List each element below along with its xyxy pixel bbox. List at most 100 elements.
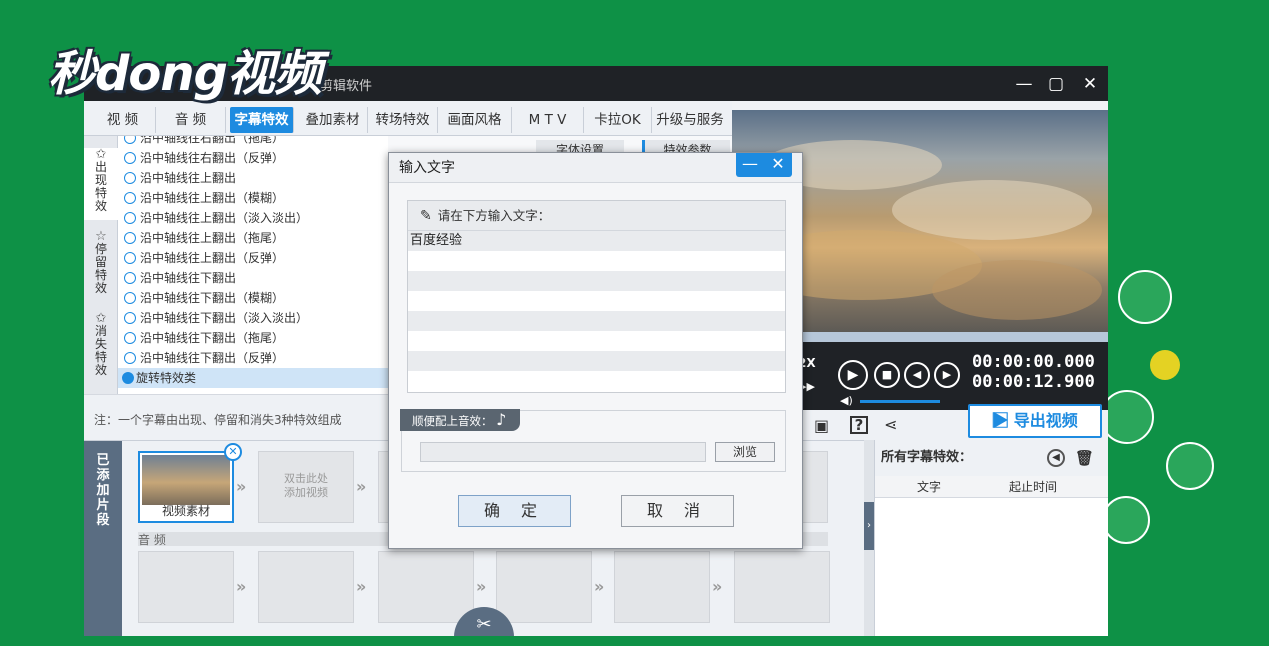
text-line[interactable] bbox=[408, 331, 785, 351]
menu-item-styles[interactable]: 画面风格 bbox=[438, 107, 512, 133]
effect-list: 沿中轴线往右翻出（拖尾） 沿中轴线往右翻出（反弹） 沿中轴线往上翻出 沿中轴线往… bbox=[118, 136, 388, 394]
close-button[interactable]: ✕ bbox=[1078, 72, 1102, 96]
decor-circle bbox=[1118, 270, 1172, 324]
volume-icon[interactable]: ◀) bbox=[840, 394, 853, 407]
expand-panel-icon[interactable]: › bbox=[864, 502, 874, 550]
list-item[interactable]: 沿中轴线往上翻出 bbox=[118, 168, 388, 188]
clip-thumbnail bbox=[142, 455, 230, 505]
volume-slider[interactable] bbox=[860, 400, 940, 403]
sound-effect-label: 顺便配上音效： ♪ bbox=[400, 409, 521, 431]
audio-slot[interactable] bbox=[138, 551, 234, 623]
dialog-close-button[interactable]: ✕ bbox=[764, 153, 792, 175]
browse-button[interactable]: 浏览 bbox=[715, 442, 775, 462]
audio-track-label: 音 频 bbox=[138, 533, 166, 547]
stop-icon[interactable]: ■ bbox=[874, 362, 900, 388]
minimize-button[interactable]: — bbox=[1012, 72, 1036, 96]
text-line[interactable] bbox=[408, 271, 785, 291]
chevron-right-icon: » bbox=[712, 577, 723, 596]
sound-file-input[interactable] bbox=[420, 442, 706, 462]
text-box-header: ✎ 请在下方输入文字： bbox=[408, 201, 785, 231]
chevron-right-icon: » bbox=[594, 577, 605, 596]
tab-stay-effects[interactable]: ☆ 停留特效 bbox=[84, 230, 118, 302]
effects-panel-header: 所有字幕特效： ◀ 🗑 bbox=[875, 440, 1108, 476]
text-line[interactable] bbox=[408, 351, 785, 371]
list-item[interactable]: 沿中轴线往下翻出（拖尾） bbox=[118, 328, 388, 348]
list-item[interactable]: 沿中轴线往下翻出 bbox=[118, 268, 388, 288]
decor-circle bbox=[1102, 496, 1150, 544]
list-item[interactable]: 沿中轴线往上翻出（淡入淡出） bbox=[118, 208, 388, 228]
radio-icon bbox=[124, 152, 136, 164]
text-input-box[interactable]: ✎ 请在下方输入文字： 百度经验 bbox=[407, 200, 786, 393]
dialog-controls: — ✕ bbox=[736, 153, 792, 177]
radio-icon bbox=[124, 232, 136, 244]
edit-icon: ✎ bbox=[420, 208, 432, 224]
menu-item-subtitle-effects[interactable]: 字幕特效 bbox=[230, 107, 294, 133]
export-video-button[interactable]: ▶⃞ 导出视频 bbox=[968, 404, 1102, 438]
time-total: 00:00:12.900 bbox=[972, 372, 1095, 392]
add-video-slot[interactable]: 双击此处 添加视频 bbox=[258, 451, 354, 523]
dialog-minimize-button[interactable]: — bbox=[736, 153, 764, 175]
text-line[interactable] bbox=[408, 291, 785, 311]
time-current: 00:00:00.000 bbox=[972, 352, 1095, 372]
audio-slot[interactable] bbox=[378, 551, 474, 623]
added-clips-tab[interactable]: 已添加片段 bbox=[84, 441, 122, 636]
decor-circle bbox=[1100, 390, 1154, 444]
add-video-placeholder: 双击此处 添加视频 bbox=[284, 472, 328, 499]
trash-icon[interactable]: 🗑 bbox=[1075, 440, 1094, 476]
radio-icon bbox=[124, 352, 136, 364]
tab-appear-effects[interactable]: ✩ 出现特效 bbox=[84, 148, 118, 220]
radio-icon bbox=[124, 332, 136, 344]
effect-group-header[interactable]: 旋转特效类 bbox=[118, 368, 388, 388]
menu-item-karaoke[interactable]: 卡拉OK bbox=[584, 107, 652, 133]
menu-item-overlay[interactable]: 叠加素材 bbox=[298, 107, 368, 133]
list-item[interactable]: 沿中轴线往下翻出（反弹） bbox=[118, 348, 388, 368]
input-text-dialog: 输入文字 — ✕ ✎ 请在下方输入文字： 百度经验 顺便配上音效： ♪ 浏览 确 … bbox=[388, 152, 803, 549]
radio-icon bbox=[124, 192, 136, 204]
panel-splitter: › bbox=[864, 440, 874, 636]
back-icon[interactable]: ◀ bbox=[1047, 449, 1065, 467]
collapse-icon bbox=[122, 372, 134, 384]
chevron-right-icon: » bbox=[356, 477, 367, 496]
list-item[interactable]: 沿中轴线往下翻出（淡入淡出） bbox=[118, 308, 388, 328]
audio-slot[interactable] bbox=[258, 551, 354, 623]
decor-circle bbox=[1166, 442, 1214, 490]
play-icon[interactable]: ▶ bbox=[838, 360, 868, 390]
video-clip[interactable]: 视频素材 ✕ bbox=[138, 443, 242, 523]
list-item[interactable]: 沿中轴线往上翻出（反弹） bbox=[118, 248, 388, 268]
audio-slot[interactable] bbox=[614, 551, 710, 623]
menu-item-transitions[interactable]: 转场特效 bbox=[368, 107, 438, 133]
text-line[interactable] bbox=[408, 371, 785, 391]
text-line[interactable] bbox=[408, 311, 785, 331]
tab-disappear-effects[interactable]: ✩ 消失特效 bbox=[84, 312, 118, 384]
list-item[interactable]: 沿中轴线往右翻出（反弹） bbox=[118, 148, 388, 168]
export-icon: ▶⃞ bbox=[992, 411, 1014, 430]
next-frame-icon[interactable]: ▶ bbox=[934, 362, 960, 388]
remove-clip-icon[interactable]: ✕ bbox=[224, 443, 242, 461]
text-line[interactable]: 百度经验 bbox=[408, 231, 785, 251]
text-line[interactable] bbox=[408, 251, 785, 271]
menu-item-upgrade[interactable]: 升级与服务 bbox=[652, 107, 728, 133]
column-text: 文字 bbox=[917, 480, 942, 494]
radio-icon bbox=[124, 292, 136, 304]
list-item[interactable]: 沿中轴线往右翻出（拖尾） bbox=[118, 136, 388, 148]
help-icon[interactable]: ? bbox=[850, 416, 868, 434]
menu-item-video[interactable]: 视 频 bbox=[90, 107, 156, 133]
chevron-right-icon: » bbox=[236, 477, 247, 496]
prev-frame-icon[interactable]: ◀ bbox=[904, 362, 930, 388]
menu-item-mtv[interactable]: M T V bbox=[512, 107, 584, 133]
list-item[interactable]: 沿中轴线往上翻出（拖尾） bbox=[118, 228, 388, 248]
cancel-button[interactable]: 取 消 bbox=[621, 495, 734, 527]
radio-icon bbox=[124, 252, 136, 264]
list-item[interactable]: 沿中轴线往下翻出（模糊） bbox=[118, 288, 388, 308]
save-icon[interactable]: ▣ bbox=[814, 416, 829, 435]
maximize-button[interactable]: ▢ bbox=[1044, 72, 1068, 96]
tab-label: 停留特效 bbox=[94, 242, 107, 295]
ok-button[interactable]: 确 定 bbox=[458, 495, 571, 527]
effects-table-header: 文字 起止时间 bbox=[875, 476, 1108, 498]
cloud-shape bbox=[892, 180, 1092, 240]
menu-item-audio[interactable]: 音 频 bbox=[156, 107, 226, 133]
list-item[interactable]: 沿中轴线往上翻出（模糊） bbox=[118, 188, 388, 208]
audio-slot[interactable] bbox=[496, 551, 592, 623]
audio-slot[interactable] bbox=[734, 551, 830, 623]
share-icon[interactable]: ⋖ bbox=[884, 415, 897, 434]
